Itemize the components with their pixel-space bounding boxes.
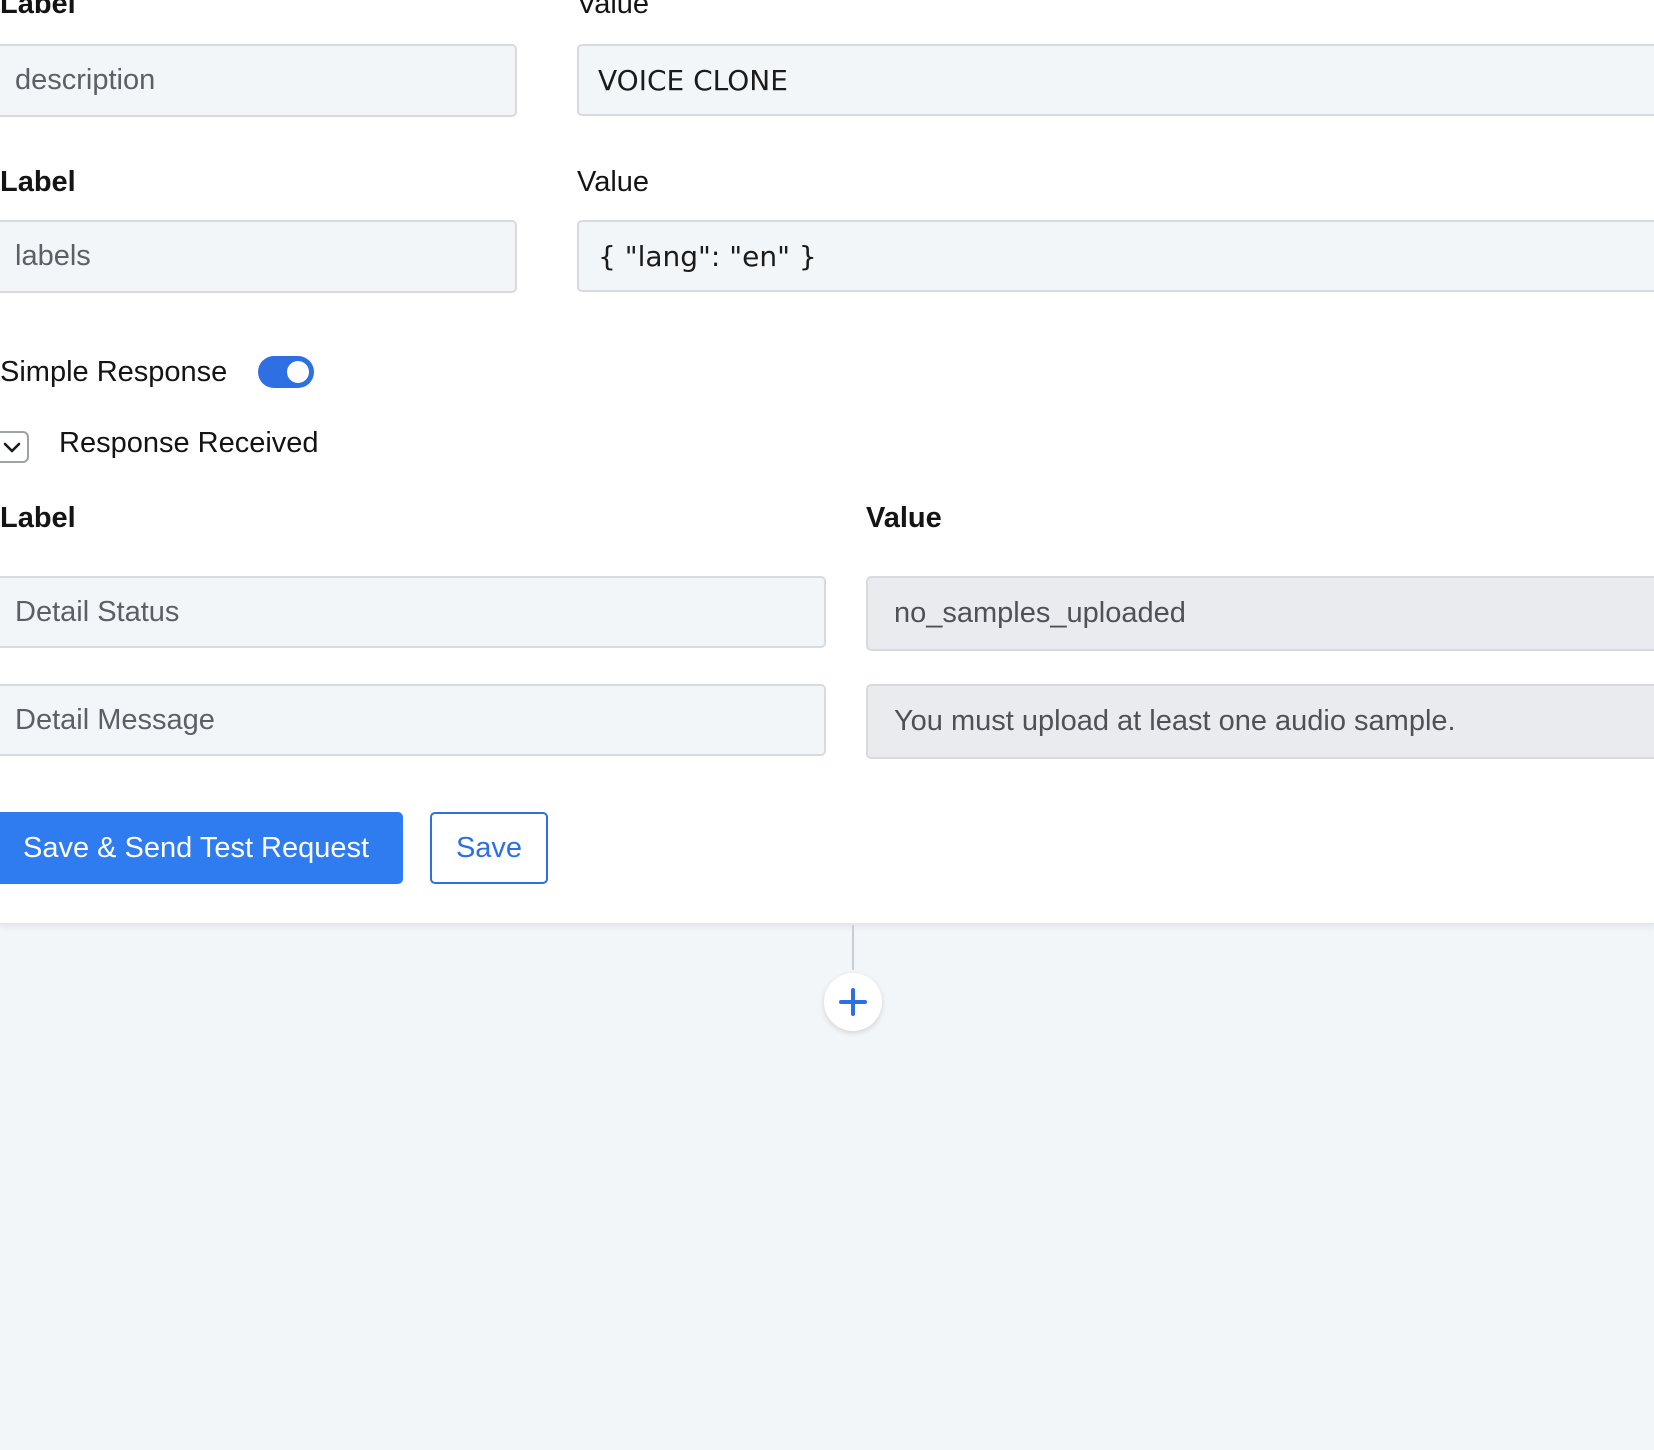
detail-status-value-field: no_samples_uploaded: [866, 576, 1654, 651]
row1-value-heading: Value: [577, 0, 650, 20]
response-received-collapse-button[interactable]: [0, 431, 29, 463]
row2-label-input[interactable]: labels: [0, 220, 517, 293]
save-button[interactable]: Save: [430, 812, 548, 884]
simple-response-label: Simple Response: [0, 356, 228, 388]
request-config-panel: Label Value description VOICE CLONE Labe…: [0, 0, 1654, 925]
add-step-button[interactable]: [824, 973, 882, 1031]
row1-label-input[interactable]: description: [0, 44, 517, 117]
save-and-send-test-request-button[interactable]: Save & Send Test Request: [0, 812, 403, 884]
plus-icon: [839, 988, 867, 1016]
response-received-title: Response Received: [59, 427, 319, 459]
toggle-knob: [287, 361, 309, 383]
row2-value-heading: Value: [577, 166, 650, 198]
response-value-heading: Value: [866, 502, 942, 534]
detail-message-label-field[interactable]: Detail Message: [0, 684, 826, 756]
row1-value-input[interactable]: VOICE CLONE: [577, 44, 1654, 116]
flow-connector-line: [852, 925, 854, 970]
detail-status-label-field[interactable]: Detail Status: [0, 576, 826, 648]
row2-label-heading: Label: [0, 166, 76, 198]
chevron-down-icon: [3, 442, 21, 453]
detail-message-value-field: You must upload at least one audio sampl…: [866, 684, 1654, 759]
row2-value-input[interactable]: { "lang": "en" }: [577, 220, 1654, 292]
response-label-heading: Label: [0, 502, 76, 534]
simple-response-toggle[interactable]: [258, 356, 314, 388]
row1-label-heading: Label: [0, 0, 76, 20]
